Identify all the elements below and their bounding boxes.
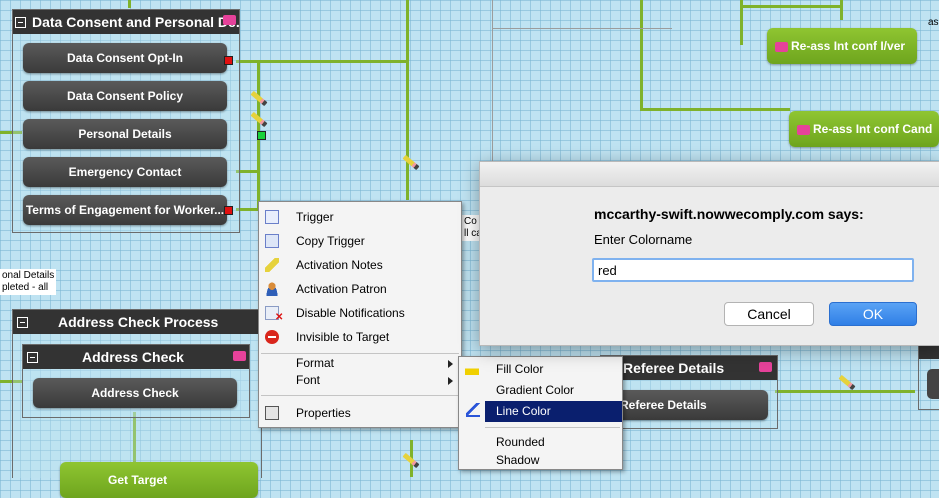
subprocess-title: Address Check [82,349,184,365]
menu-label: Line Color [496,404,551,418]
process-title-bar[interactable]: Address Check Process [13,310,261,334]
folder-icon[interactable] [223,15,236,25]
cancel-button[interactable]: Cancel [724,302,814,326]
menu-item-line-color[interactable]: Line Color [485,401,622,422]
port-red[interactable] [224,206,233,215]
context-menu: Trigger Copy Trigger Activation Notes Ac… [258,201,462,428]
dialog-title: mccarthy-swift.nowwecomply.com says: [594,206,864,222]
menu-item-shadow[interactable]: Shadow [459,451,622,469]
menu-item-properties[interactable]: Properties [259,401,461,425]
collapse-icon[interactable] [17,316,28,328]
process-title: Data Consent and Personal De... [32,14,239,30]
checklist-icon [265,210,279,224]
menu-separator [485,427,620,428]
menu-label: Activation Patron [296,282,387,296]
note-label: onal Details pleted - all [0,269,57,295]
connector-line [258,60,408,63]
menu-label: Font [296,373,321,387]
note-text: onal Details [2,270,55,281]
menu-item-activation-patron[interactable]: Activation Patron [259,277,461,301]
connector-line [406,0,409,200]
menu-item-invisible-to-target[interactable]: Invisible to Target [259,325,461,349]
menu-label: Copy Trigger [296,234,365,248]
person-icon [265,282,279,296]
submenu-arrow-icon [448,377,453,385]
no-entry-bar [268,336,276,338]
menu-label: Gradient Color [496,383,575,397]
menu-item-disable-notifications[interactable]: ✕ Disable Notifications [259,301,461,325]
x-mark: ✕ [275,312,284,323]
note-text: as [928,17,939,28]
menu-label: Rounded [496,435,545,449]
menu-label: Invisible to Target [296,330,390,344]
step-terms-of-engagement[interactable]: Terms of Engagement for Worker... [23,195,227,225]
step-referee-details[interactable]: Referee Details [600,390,768,420]
folder-icon[interactable] [759,362,772,372]
collapse-icon[interactable] [27,351,38,363]
subprocess-title: Referee Details [623,360,725,376]
process-title: Address Check Process [58,314,219,330]
connector-line [840,0,843,20]
subprocess-title-bar[interactable]: Address Check [23,345,249,369]
line-color-icon [466,403,480,417]
port-green[interactable] [257,131,266,140]
connector-line [640,108,790,111]
step-data-consent-policy[interactable]: Data Consent Policy [23,81,227,111]
menu-label: Disable Notifications [296,306,405,320]
copy-icon [265,234,279,248]
node-label: Re-ass Int conf I/ver [791,39,906,53]
menu-label: Trigger [296,210,334,224]
connector-line [128,0,131,8]
prompt-dialog: mccarthy-swift.nowwecomply.com says: Ent… [479,161,939,346]
menu-item-activation-notes[interactable]: Activation Notes [259,253,461,277]
connector-line [775,390,915,393]
submenu-arrow-icon [448,360,453,368]
folder-icon [775,41,788,52]
menu-separator [261,353,459,354]
collapse-icon[interactable] [15,16,26,28]
folder-icon [797,124,810,135]
menu-item-rounded[interactable]: Rounded [459,433,622,451]
menu-label: Format [296,356,335,370]
container-border [492,0,493,165]
dialog-prompt: Enter Colorname [594,232,693,247]
properties-icon [265,406,279,420]
connector-line [740,5,842,8]
format-submenu: Fill Color Gradient Color Line Color Rou… [458,356,623,470]
colorname-input[interactable] [592,258,914,282]
node-reass-int-conf-iver[interactable]: Re-ass Int conf I/ver [767,28,917,64]
paint-bucket-icon [465,361,479,375]
dialog-titlebar [480,162,939,187]
node-label: Re-ass Int conf Cand [813,122,933,136]
menu-item-format[interactable]: Format [259,355,461,372]
menu-item-fill-color[interactable]: Fill Color [459,359,622,380]
menu-label: Fill Color [496,362,544,376]
node-reass-int-conf-cand[interactable]: Re-ass Int conf Cand [789,111,939,147]
step-data-consent-opt-in[interactable]: Data Consent Opt-In [23,43,227,73]
step-personal-details[interactable]: Personal Details [23,119,227,149]
menu-separator [261,395,459,396]
pencil-icon[interactable] [838,374,856,391]
note-text: pleted - all [2,282,49,293]
menu-item-gradient-color[interactable]: Gradient Color [459,380,622,401]
connector-line [740,5,743,45]
menu-label: Properties [296,406,351,420]
pencil-icon [265,258,279,272]
container-border [492,28,672,29]
process-title-bar[interactable]: Data Consent and Personal De... [13,10,239,34]
port-red[interactable] [224,56,233,65]
subprocess-title-bar[interactable]: Referee Details [601,356,777,380]
node-get-target[interactable]: Get Target [60,462,258,498]
connector-line [640,0,643,110]
menu-item-font[interactable]: Font [259,372,461,389]
step-address-check[interactable]: Address Check [33,378,237,408]
step-partial[interactable] [927,369,939,399]
menu-label: Shadow [496,453,540,467]
menu-item-copy-trigger[interactable]: Copy Trigger [259,229,461,253]
ok-button[interactable]: OK [829,302,917,326]
step-emergency-contact[interactable]: Emergency Contact [23,157,227,187]
folder-icon[interactable] [233,351,246,361]
menu-item-trigger[interactable]: Trigger [259,205,461,229]
menu-label: Activation Notes [296,258,383,272]
